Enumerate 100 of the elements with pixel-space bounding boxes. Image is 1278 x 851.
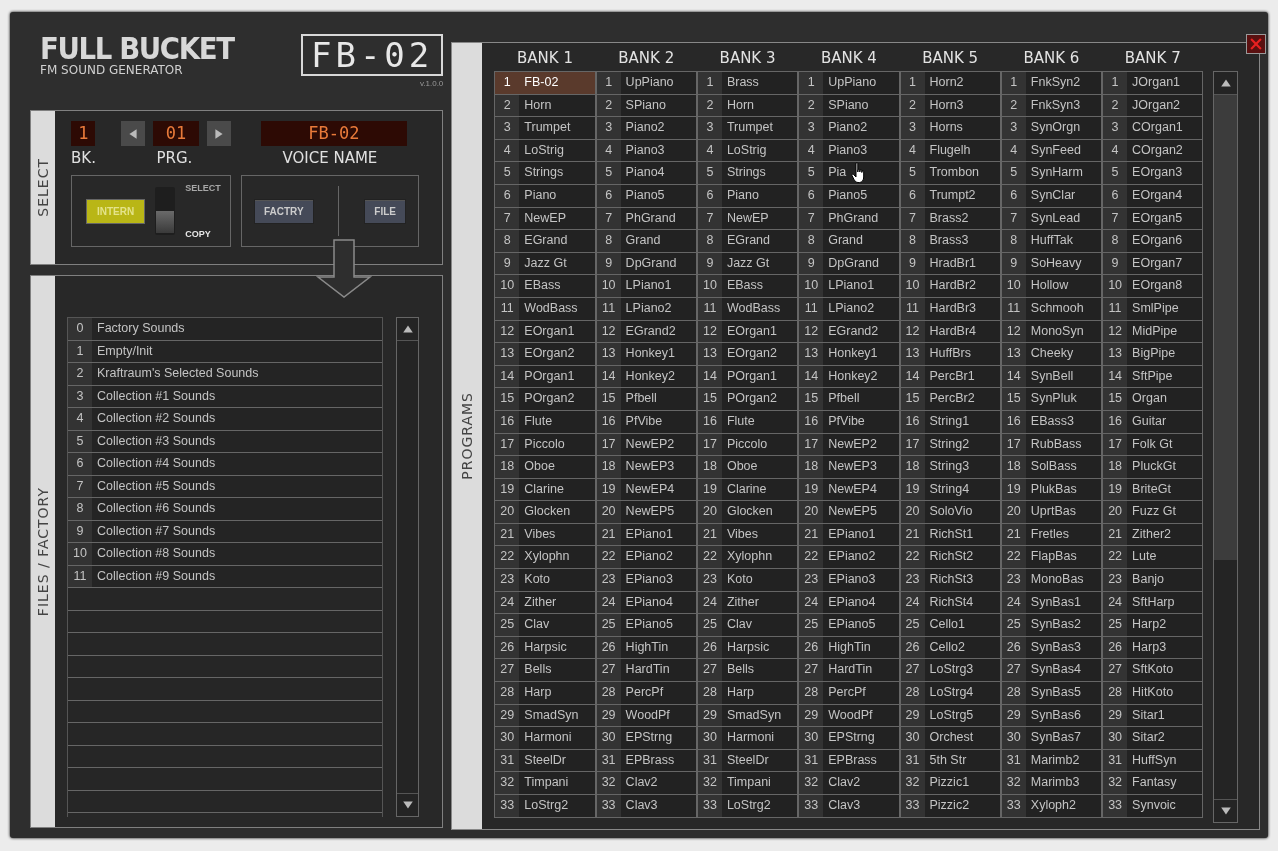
program-item[interactable]: 9 HradBr1 [900, 252, 1001, 276]
program-item[interactable]: 11 LPiano2 [596, 297, 697, 321]
program-item[interactable]: 23 EPiano3 [799, 569, 900, 592]
program-item[interactable]: 19 Clarine [697, 478, 799, 502]
program-item[interactable]: 20 NewEP5 [596, 501, 697, 524]
program-item[interactable]: 26 Harpsic [495, 636, 596, 660]
program-item[interactable]: 4 LoStrig [495, 139, 596, 163]
program-item[interactable]: 20 NewEP5 [799, 501, 900, 524]
program-item[interactable]: 21 Vibes [697, 523, 799, 547]
program-item[interactable]: 24 Zither [495, 591, 596, 615]
program-item[interactable]: 11 Schmooh [1001, 297, 1103, 321]
program-item[interactable]: 3 COrgan1 [1103, 117, 1204, 140]
program-item[interactable]: 3 Piano2 [596, 117, 697, 140]
scrollbar[interactable] [396, 317, 419, 817]
program-item[interactable]: 15 POrgan2 [495, 388, 596, 411]
program-item[interactable]: 7 PhGrand [596, 207, 697, 231]
program-item[interactable]: 23 Banjo [1103, 569, 1204, 592]
program-item[interactable]: 17 RubBass [1001, 433, 1103, 457]
program-item[interactable]: 25 SynBas2 [1001, 614, 1103, 637]
program-item[interactable]: 28 LoStrg4 [900, 682, 1001, 705]
program-item[interactable]: 12 EOrgan1 [495, 320, 596, 344]
program-item[interactable]: 25 Clav [495, 614, 596, 637]
program-item[interactable]: 1 FnkSyn2 [1001, 72, 1103, 95]
program-item[interactable]: 9 DpGrand [799, 252, 900, 276]
program-item[interactable]: 14 SftPipe [1103, 365, 1204, 389]
program-item[interactable]: 12 MidPipe [1103, 320, 1204, 344]
program-item[interactable]: 18 Oboe [495, 456, 596, 479]
source-button[interactable]: FILE [364, 198, 406, 224]
program-item[interactable]: 21 EPiano1 [799, 523, 900, 547]
file-item[interactable]: 5 Collection #3 Sounds [68, 430, 382, 453]
program-item[interactable]: 10 LPiano1 [596, 275, 697, 298]
program-item[interactable]: 31 EPBrass [799, 749, 900, 773]
program-item[interactable]: 22 Xylophn [495, 546, 596, 570]
program-item[interactable]: 2 Horn3 [900, 94, 1001, 118]
program-item[interactable]: 29 SynBas6 [1001, 704, 1103, 728]
program-item[interactable]: 14 POrgan1 [697, 365, 799, 389]
program-item[interactable]: 30 SynBas7 [1001, 727, 1103, 750]
program-item[interactable]: 12 EGrand2 [799, 320, 900, 344]
program-item[interactable]: 7 PhGrand [799, 207, 900, 231]
program-item[interactable]: 22 RichSt2 [900, 546, 1001, 570]
program-item[interactable]: 6 Piano5 [799, 184, 900, 208]
program-item[interactable]: 29 LoStrg5 [900, 704, 1001, 728]
program-item[interactable]: 6 Piano [697, 184, 799, 208]
program-item[interactable]: 17 Folk Gt [1103, 433, 1204, 457]
program-item[interactable]: 2 Horn [697, 94, 799, 118]
program-item[interactable]: 29 WoodPf [596, 704, 697, 728]
program-item[interactable]: 33 Clav3 [799, 795, 900, 818]
program-item[interactable]: 10 EBass [697, 275, 799, 298]
program-item[interactable]: 18 NewEP3 [799, 456, 900, 479]
program-item[interactable]: 9 SoHeavy [1001, 252, 1103, 276]
program-item[interactable]: 20 Glocken [495, 501, 596, 524]
program-item[interactable]: 28 Harp [495, 682, 596, 705]
program-item[interactable]: 3 Trumpet [495, 117, 596, 140]
program-item[interactable]: 6 SynClar [1001, 184, 1103, 208]
program-item[interactable]: 22 EPiano2 [799, 546, 900, 570]
program-item[interactable]: 32 Timpani [697, 772, 799, 795]
program-item[interactable]: 33 LoStrg2 [697, 795, 799, 818]
program-item[interactable]: 12 HardBr4 [900, 320, 1001, 344]
program-item[interactable]: 9 EOrgan7 [1103, 252, 1204, 276]
program-item[interactable]: 28 PercPf [799, 682, 900, 705]
toggle-switch[interactable] [155, 187, 176, 235]
program-item[interactable]: 2 JOrgan2 [1103, 94, 1204, 118]
program-item[interactable]: 18 NewEP3 [596, 456, 697, 479]
program-item[interactable]: 3 Horns [900, 117, 1001, 140]
program-item[interactable]: 24 RichSt4 [900, 591, 1001, 615]
program-item[interactable]: 5 SynHarm [1001, 162, 1103, 185]
file-item[interactable]: 0 Factory Sounds [68, 318, 382, 341]
program-item[interactable]: 5 Piano4 [596, 162, 697, 185]
program-item[interactable]: 11 WodBass [495, 297, 596, 321]
program-item[interactable]: 10 EOrgan8 [1103, 275, 1204, 298]
program-item[interactable]: 16 Guitar [1103, 410, 1204, 434]
program-item[interactable]: 26 HighTin [799, 636, 900, 660]
program-item[interactable]: 27 LoStrg3 [900, 659, 1001, 683]
program-item[interactable]: 7 SynLead [1001, 207, 1103, 231]
program-item[interactable]: 3 Piano2 [799, 117, 900, 140]
program-item[interactable]: 4 Piano3 [799, 139, 900, 163]
program-item[interactable]: 12 EOrgan1 [697, 320, 799, 344]
file-item[interactable]: 7 Collection #5 Sounds [68, 475, 382, 498]
program-item[interactable]: 16 String1 [900, 410, 1001, 434]
program-item[interactable]: 11 HardBr3 [900, 297, 1001, 321]
program-item[interactable]: 22 FlapBas [1001, 546, 1103, 570]
program-item[interactable]: 23 MonoBas [1001, 569, 1103, 592]
program-item[interactable]: 2 Horn [495, 94, 596, 118]
program-item[interactable]: 4 Flugelh [900, 139, 1001, 163]
previous-button[interactable] [120, 121, 145, 146]
program-item[interactable]: 27 HardTin [596, 659, 697, 683]
program-item[interactable]: 7 Brass2 [900, 207, 1001, 231]
program-item[interactable]: 5 Trombon [900, 162, 1001, 185]
program-item[interactable]: 32 Marimb3 [1001, 772, 1103, 795]
program-item[interactable]: 13 EOrgan2 [495, 343, 596, 366]
program-item[interactable]: 19 NewEP4 [596, 478, 697, 502]
program-item[interactable]: 28 Harp [697, 682, 799, 705]
program-item[interactable]: 23 EPiano3 [596, 569, 697, 592]
program-item[interactable]: 30 Harmoni [697, 727, 799, 750]
program-item[interactable]: 33 LoStrg2 [495, 795, 596, 818]
program-item[interactable]: 10 EBass [495, 275, 596, 298]
program-item[interactable]: 28 HitKoto [1103, 682, 1204, 705]
program-item[interactable]: 9 Jazz Gt [495, 252, 596, 276]
program-item[interactable]: 13 Cheeky [1001, 343, 1103, 366]
program-item[interactable]: 17 Piccolo [697, 433, 799, 457]
